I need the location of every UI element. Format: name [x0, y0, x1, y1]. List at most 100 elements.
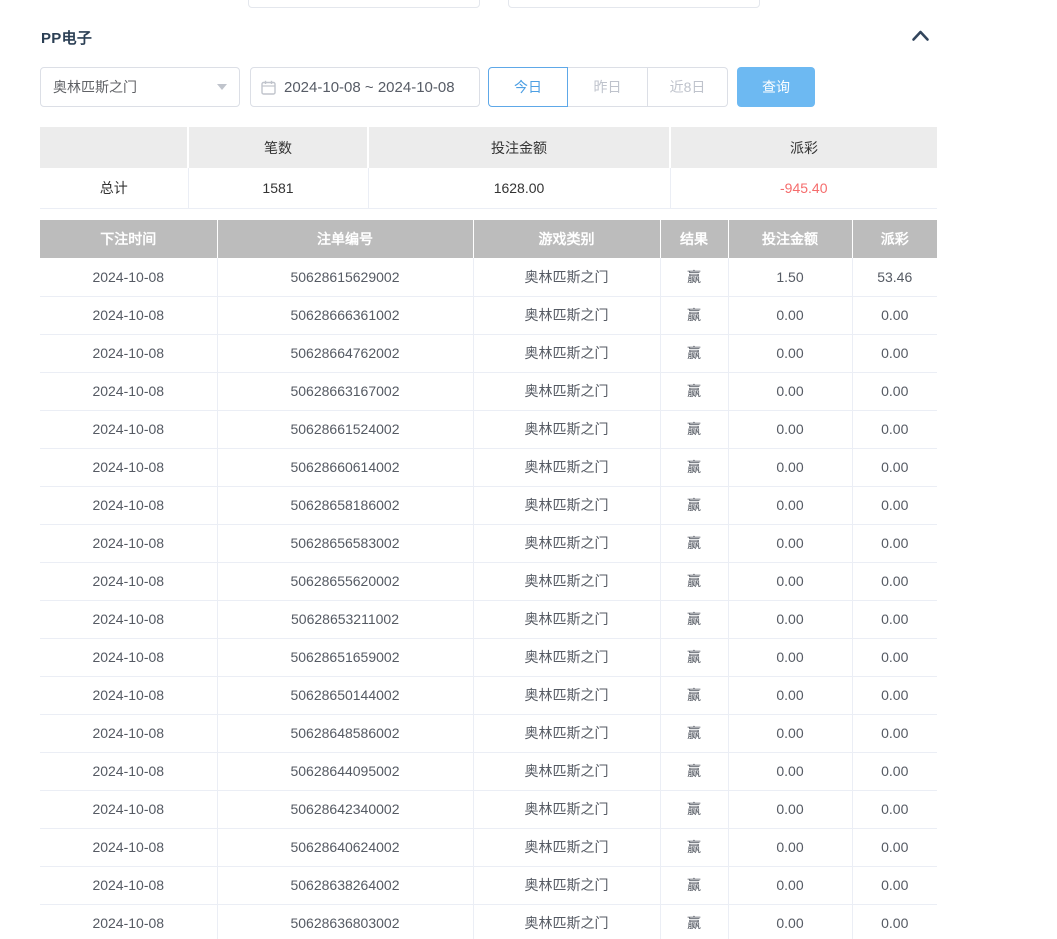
cell-result: 赢: [660, 904, 728, 939]
cell-bet-id: 50628655620002: [217, 562, 473, 600]
cell-bet-id: 50628636803002: [217, 904, 473, 939]
records-table: 下注时间 注单编号 游戏类别 结果 投注金额 派彩 2024-10-08 506…: [40, 220, 937, 939]
table-row: 2024-10-08 50628656583002 奥林匹斯之门 赢 0.00 …: [40, 524, 937, 562]
summary-total-row: 总计 1581 1628.00 -945.40: [40, 168, 937, 208]
cell-bet-time: 2024-10-08: [40, 904, 217, 939]
cell-payout: 0.00: [852, 334, 937, 372]
cell-bet-id: 50628640624002: [217, 828, 473, 866]
cell-result: 赢: [660, 486, 728, 524]
cell-game-type: 奥林匹斯之门: [473, 334, 660, 372]
summary-total-count: 1581: [188, 168, 368, 208]
cell-game-type: 奥林匹斯之门: [473, 410, 660, 448]
cell-game-type: 奥林匹斯之门: [473, 866, 660, 904]
cell-bet-amount: 0.00: [728, 600, 852, 638]
table-row: 2024-10-08 50628640624002 奥林匹斯之门 赢 0.00 …: [40, 828, 937, 866]
cell-payout: 0.00: [852, 372, 937, 410]
cell-payout: 0.00: [852, 866, 937, 904]
cell-payout: 0.00: [852, 828, 937, 866]
cell-result: 赢: [660, 372, 728, 410]
cell-game-type: 奥林匹斯之门: [473, 676, 660, 714]
truncated-input-above-right[interactable]: [508, 0, 760, 8]
cell-payout: 0.00: [852, 296, 937, 334]
col-header-bet-amount: 投注金额: [728, 220, 852, 258]
cell-bet-amount: 0.00: [728, 562, 852, 600]
table-row: 2024-10-08 50628642340002 奥林匹斯之门 赢 0.00 …: [40, 790, 937, 828]
summary-header-bet-amount: 投注金额: [368, 127, 670, 168]
cell-bet-id: 50628650144002: [217, 676, 473, 714]
cell-bet-time: 2024-10-08: [40, 866, 217, 904]
cell-result: 赢: [660, 866, 728, 904]
cell-bet-id: 50628658186002: [217, 486, 473, 524]
game-select[interactable]: 奥林匹斯之门: [40, 67, 240, 107]
cell-result: 赢: [660, 410, 728, 448]
cell-bet-amount: 0.00: [728, 296, 852, 334]
records-table-body: 2024-10-08 50628615629002 奥林匹斯之门 赢 1.50 …: [40, 258, 937, 939]
query-button[interactable]: 查询: [737, 67, 815, 107]
cell-result: 赢: [660, 600, 728, 638]
cell-game-type: 奥林匹斯之门: [473, 296, 660, 334]
cell-game-type: 奥林匹斯之门: [473, 638, 660, 676]
cell-bet-time: 2024-10-08: [40, 676, 217, 714]
cell-payout: 0.00: [852, 524, 937, 562]
cell-result: 赢: [660, 296, 728, 334]
today-button[interactable]: 今日: [488, 67, 568, 107]
cell-bet-amount: 0.00: [728, 676, 852, 714]
cell-bet-id: 50628660614002: [217, 448, 473, 486]
summary-total-label: 总计: [40, 168, 188, 208]
cell-result: 赢: [660, 752, 728, 790]
cell-game-type: 奥林匹斯之门: [473, 524, 660, 562]
cell-bet-id: 50628661524002: [217, 410, 473, 448]
cell-game-type: 奥林匹斯之门: [473, 486, 660, 524]
cell-payout: 0.00: [852, 714, 937, 752]
summary-header-count: 笔数: [188, 127, 368, 168]
cell-game-type: 奥林匹斯之门: [473, 562, 660, 600]
collapse-section-button[interactable]: [905, 24, 935, 50]
cell-payout: 0.00: [852, 448, 937, 486]
cell-payout: 0.00: [852, 562, 937, 600]
cell-bet-amount: 0.00: [728, 714, 852, 752]
table-row: 2024-10-08 50628660614002 奥林匹斯之门 赢 0.00 …: [40, 448, 937, 486]
cell-bet-id: 50628651659002: [217, 638, 473, 676]
table-row: 2024-10-08 50628661524002 奥林匹斯之门 赢 0.00 …: [40, 410, 937, 448]
cell-bet-time: 2024-10-08: [40, 258, 217, 296]
cell-bet-amount: 0.00: [728, 524, 852, 562]
summary-total-bet-amount: 1628.00: [368, 168, 670, 208]
cell-bet-time: 2024-10-08: [40, 334, 217, 372]
cell-payout: 0.00: [852, 790, 937, 828]
last-8-days-button[interactable]: 近8日: [648, 67, 728, 107]
col-header-result: 结果: [660, 220, 728, 258]
cell-game-type: 奥林匹斯之门: [473, 372, 660, 410]
cell-game-type: 奥林匹斯之门: [473, 828, 660, 866]
cell-bet-id: 50628664762002: [217, 334, 473, 372]
table-row: 2024-10-08 50628666361002 奥林匹斯之门 赢 0.00 …: [40, 296, 937, 334]
cell-game-type: 奥林匹斯之门: [473, 258, 660, 296]
table-row: 2024-10-08 50628615629002 奥林匹斯之门 赢 1.50 …: [40, 258, 937, 296]
cell-result: 赢: [660, 562, 728, 600]
cell-bet-id: 50628656583002: [217, 524, 473, 562]
cell-payout: 0.00: [852, 752, 937, 790]
cell-payout: 0.00: [852, 904, 937, 939]
cell-bet-time: 2024-10-08: [40, 410, 217, 448]
cell-result: 赢: [660, 448, 728, 486]
cell-game-type: 奥林匹斯之门: [473, 904, 660, 939]
cell-bet-time: 2024-10-08: [40, 448, 217, 486]
yesterday-button[interactable]: 昨日: [568, 67, 648, 107]
game-select-value: 奥林匹斯之门: [53, 77, 137, 97]
date-range-input[interactable]: 2024-10-08 ~ 2024-10-08: [250, 67, 480, 107]
cell-bet-id: 50628648586002: [217, 714, 473, 752]
cell-game-type: 奥林匹斯之门: [473, 752, 660, 790]
cell-bet-time: 2024-10-08: [40, 600, 217, 638]
cell-payout: 0.00: [852, 676, 937, 714]
cell-payout: 53.46: [852, 258, 937, 296]
table-row: 2024-10-08 50628638264002 奥林匹斯之门 赢 0.00 …: [40, 866, 937, 904]
col-header-game-type: 游戏类别: [473, 220, 660, 258]
section-title: PP电子: [41, 27, 92, 48]
summary-table: 笔数 投注金额 派彩 总计 1581 1628.00 -945.40: [40, 127, 937, 209]
table-row: 2024-10-08 50628644095002 奥林匹斯之门 赢 0.00 …: [40, 752, 937, 790]
col-header-bet-id: 注单编号: [217, 220, 473, 258]
cell-bet-amount: 0.00: [728, 790, 852, 828]
cell-bet-id: 50628653211002: [217, 600, 473, 638]
cell-bet-time: 2024-10-08: [40, 524, 217, 562]
cell-bet-time: 2024-10-08: [40, 752, 217, 790]
truncated-input-above-left[interactable]: [248, 0, 480, 8]
